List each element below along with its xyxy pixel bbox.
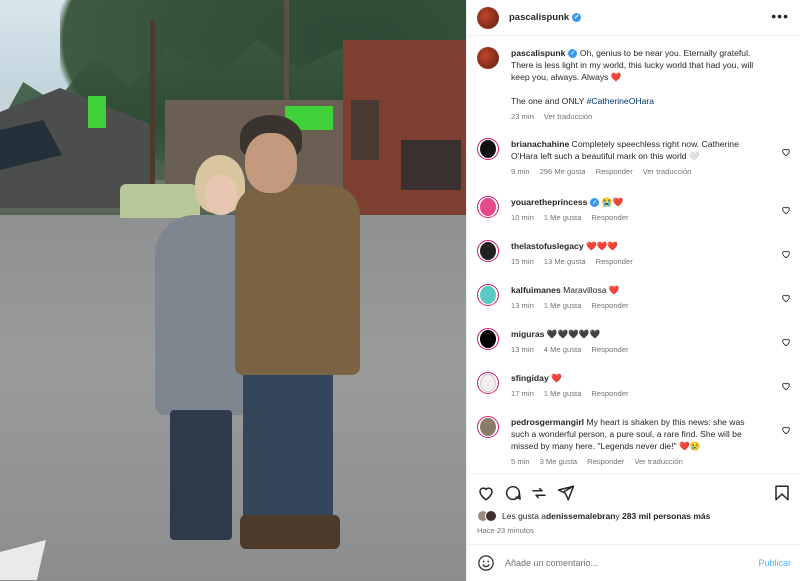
comment-username[interactable]: thelastofuslegacy	[511, 241, 584, 251]
reply-button[interactable]: Responder	[591, 345, 628, 354]
likes-summary: Les gusta a denissemalebran y 283 mil pe…	[477, 510, 710, 522]
comment-username[interactable]: kalfuimanes	[511, 285, 561, 295]
author-avatar[interactable]	[477, 6, 499, 29]
likes-suffix: y	[615, 511, 620, 521]
heart-icon[interactable]	[781, 425, 791, 435]
liker-avatar	[485, 510, 497, 522]
comment-likes[interactable]: 296 Me gusta	[540, 167, 586, 176]
comment-username[interactable]: youaretheprincess	[511, 197, 587, 207]
comment-text: Maravillosa ❤️	[563, 285, 620, 295]
comment-likes[interactable]: 3 Me gusta	[540, 457, 578, 466]
caption-username[interactable]: pascalispunk	[511, 48, 565, 58]
comment-likes[interactable]: 4 Me gusta	[544, 345, 582, 354]
author-username[interactable]: pascalispunk ✓	[509, 12, 582, 23]
comment-text: ❤️❤️❤️	[585, 241, 619, 251]
comment-composer: Publicar	[467, 544, 800, 581]
heart-icon[interactable]	[477, 484, 495, 502]
comment-text: 😭❤️	[601, 197, 624, 207]
heart-icon[interactable]	[781, 249, 791, 259]
comment-time[interactable]: 13 min	[511, 301, 534, 310]
photo-brick-building	[343, 40, 466, 240]
comment-avatar[interactable]	[477, 196, 499, 218]
heart-icon[interactable]	[781, 337, 791, 347]
comment-avatar[interactable]	[477, 284, 499, 306]
comment-username[interactable]: brianachahine	[511, 139, 569, 149]
comment-username[interactable]: miguras	[511, 329, 544, 339]
comment-username[interactable]: pedrosgermangirl	[511, 417, 584, 427]
heart-icon[interactable]	[781, 381, 791, 391]
verified-icon: ✓	[590, 198, 600, 208]
post-sidebar: pascalispunk ✓ ••• pascalispunk ✓ Oh, geni…	[466, 0, 800, 581]
comment-likes[interactable]: 1 Me gusta	[544, 301, 582, 310]
comment-avatar[interactable]	[477, 416, 499, 438]
comment-time[interactable]: 17 min	[511, 389, 534, 398]
post-header: pascalispunk ✓ •••	[467, 0, 800, 36]
comment-icon[interactable]	[504, 484, 522, 502]
emoji-icon[interactable]	[477, 554, 495, 572]
caption-avatar[interactable]	[477, 47, 499, 69]
reply-button[interactable]: Responder	[591, 301, 628, 310]
post-photo[interactable]	[0, 0, 466, 581]
bookmark-icon[interactable]	[773, 484, 791, 502]
hashtag-link[interactable]: #CatherineOHara	[587, 96, 654, 106]
reply-button[interactable]: Responder	[591, 213, 628, 222]
post-time[interactable]: Hace 23 minutos	[477, 526, 534, 535]
caption-text-2: The one and ONLY	[511, 96, 587, 106]
comment-likes[interactable]: 1 Me gusta	[544, 213, 582, 222]
comment-avatar[interactable]	[477, 328, 499, 350]
photo-green-screen-left	[88, 96, 106, 128]
comment-avatar[interactable]	[477, 240, 499, 262]
comment-avatar[interactable]	[477, 138, 499, 160]
comment-username[interactable]: sfingiday	[511, 373, 549, 383]
more-icon[interactable]: •••	[771, 8, 789, 24]
comment-time[interactable]: 15 min	[511, 257, 534, 266]
reply-button[interactable]: Responder	[587, 457, 624, 466]
comment-likes[interactable]: 1 Me gusta	[544, 389, 582, 398]
verified-icon: ✓	[568, 49, 578, 59]
reply-button[interactable]: Responder	[591, 389, 628, 398]
comment-likes[interactable]: 13 Me gusta	[544, 257, 586, 266]
comment-time[interactable]: 9 min	[511, 167, 530, 176]
comment-time[interactable]: 13 min	[511, 345, 534, 354]
heart-icon[interactable]	[781, 205, 791, 215]
heart-icon[interactable]	[781, 293, 791, 303]
comment-avatar[interactable]	[477, 372, 499, 394]
comment-time[interactable]: 10 min	[511, 213, 534, 222]
translate-button[interactable]: Ver traducción	[634, 457, 683, 466]
photo-utility-pole-2	[284, 0, 289, 100]
reply-button[interactable]: Responder	[596, 167, 633, 176]
comment-time[interactable]: 5 min	[511, 457, 530, 466]
caption-translate[interactable]: Ver traducción	[544, 112, 593, 121]
photo-person-man	[225, 115, 360, 575]
action-bar	[467, 473, 800, 511]
share-icon[interactable]	[530, 484, 548, 502]
comment-text: 🖤🖤🖤🖤🖤	[546, 329, 601, 339]
likes-prefix: Les gusta a	[502, 511, 546, 521]
publish-button[interactable]: Publicar	[758, 558, 791, 568]
reply-button[interactable]: Responder	[596, 257, 633, 266]
caption-time[interactable]: 23 min	[511, 112, 534, 121]
likes-count[interactable]: 283 mil personas más	[622, 511, 710, 521]
comments-list[interactable]: pascalispunk ✓ Oh, genius to be near you.…	[467, 36, 800, 473]
comment-text: ❤️	[551, 373, 562, 383]
send-icon[interactable]	[557, 484, 575, 502]
verified-icon: ✓	[572, 12, 582, 22]
heart-icon[interactable]	[781, 147, 791, 157]
likes-user[interactable]: denissemalebran	[546, 511, 615, 521]
translate-button[interactable]: Ver traducción	[643, 167, 692, 176]
comment-input[interactable]	[505, 558, 735, 568]
